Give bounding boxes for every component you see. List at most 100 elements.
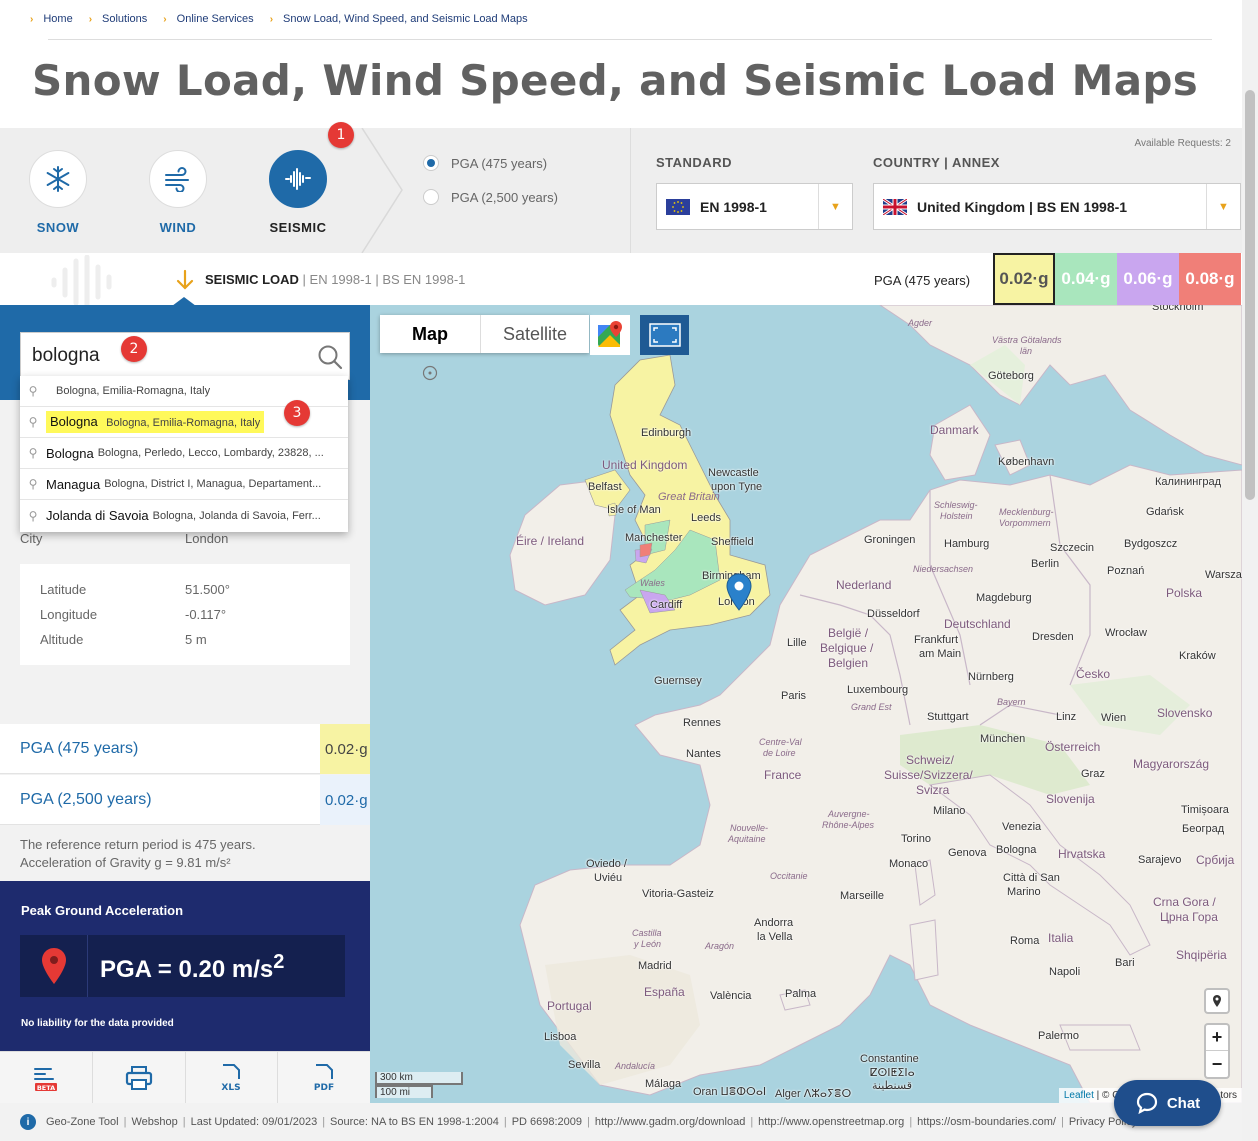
suggestion-sub: Bologna, Perledo, Lecco, Lombardy, 23828… — [97, 447, 324, 459]
map-label: Centre-Val — [759, 737, 802, 747]
pga-value-text: PGA = 0.20 m/s — [100, 956, 274, 983]
tab-map[interactable]: Map — [380, 315, 481, 353]
breadcrumb-home[interactable]: Home — [43, 13, 72, 25]
map-label: Rhône-Alpes — [822, 820, 875, 830]
geo-zone-beta-button[interactable]: BETA — [0, 1052, 93, 1103]
map-label: Oran ⵡⴻⵀⵔⴰⵏ — [693, 1086, 767, 1098]
chat-label: Chat — [1166, 1094, 1201, 1112]
print-button[interactable] — [93, 1052, 186, 1103]
radio-button[interactable] — [423, 189, 439, 205]
legend-swatch: 0.06·g — [1117, 253, 1179, 305]
map-label: Wien — [1101, 712, 1127, 724]
chevron-down-icon[interactable]: ▼ — [818, 184, 852, 229]
leaflet-link[interactable]: Leaflet — [1064, 1090, 1094, 1101]
print-icon — [125, 1065, 152, 1090]
separator: | — [750, 1116, 754, 1128]
page: › Home › Solutions › Online Services › Snow … — [0, 0, 1258, 1141]
map-label: Occitanie — [770, 871, 808, 881]
zoom-out-button[interactable]: − — [1206, 1051, 1228, 1077]
search-value: bologna — [32, 345, 100, 366]
map-label: Málaga — [645, 1078, 682, 1090]
footer-link-webshop[interactable]: Webshop — [131, 1116, 177, 1128]
map-label: Aquitaine — [728, 834, 766, 844]
status-bar: SEISMIC LOAD | EN 1998-1 | BS EN 1998-1 … — [0, 253, 1242, 306]
map-label: Groningen — [864, 534, 916, 546]
suggestion-main: Bologna — [50, 414, 98, 429]
pdf-icon: PDF — [314, 1063, 334, 1093]
seismic-icon — [285, 168, 311, 190]
suggestion-item[interactable]: ⚲ Bologna Bologna, Perledo, Lecco, Lomba… — [20, 438, 348, 469]
map-label: Castilla — [632, 928, 662, 938]
map-label: Rennes — [683, 717, 721, 729]
map-label: Agder — [908, 318, 933, 328]
suggestion-item[interactable]: ⚲ Managua Bologna, District I, Managua, … — [20, 469, 348, 500]
status-standard: EN 1998-1 — [309, 272, 372, 287]
wind-button[interactable] — [149, 150, 207, 208]
breadcrumb-solutions[interactable]: Solutions — [102, 13, 147, 25]
map-label: Napoli — [1049, 966, 1081, 978]
google-maps-button[interactable] — [590, 315, 630, 355]
snow-label[interactable]: SNOW — [13, 220, 103, 235]
breadcrumb-online-services[interactable]: Online Services — [177, 13, 254, 25]
scrollbar-thumb[interactable] — [1245, 90, 1255, 500]
highlighted-suggestion[interactable]: Bologna Bologna, Emilia-Romagna, Italy — [46, 411, 265, 433]
map-label: Stuttgart — [927, 711, 969, 723]
map-label: Newcastle — [708, 467, 759, 479]
map-label: Linz — [1056, 711, 1077, 723]
map-label: Szczecin — [1050, 542, 1095, 554]
zoom-in-button[interactable]: + — [1206, 1025, 1228, 1051]
map-label: Bydgoszcz — [1124, 538, 1178, 550]
chevron-down-icon[interactable]: ▼ — [1206, 184, 1240, 229]
map-label: Wrocław — [1105, 627, 1147, 639]
suggestion-sub: Bologna, District I, Managua, Departamen… — [104, 478, 322, 490]
info-icon[interactable]: i — [20, 1114, 36, 1130]
snow-button[interactable] — [29, 150, 87, 208]
beta-label: BETA — [37, 1084, 55, 1092]
map-label: Stockholm — [1152, 305, 1204, 313]
map-label: Italia — [1048, 931, 1074, 945]
pdf-export-button[interactable]: PDF — [278, 1052, 370, 1103]
breadcrumb-current[interactable]: Snow Load, Wind Speed, and Seismic Load … — [283, 13, 528, 25]
footer-last-updated: Last Updated: 09/01/2023 — [190, 1116, 318, 1128]
location-pin-icon: ⚲ — [28, 477, 38, 491]
locate-button[interactable] — [1204, 988, 1230, 1014]
chevron-right-icon: › — [163, 13, 167, 25]
search-input[interactable]: bologna — [20, 332, 350, 380]
suggestion-main: Jolanda di Savoia — [46, 508, 149, 523]
map-label: Belgien — [828, 656, 869, 670]
tab-satellite[interactable]: Satellite — [481, 315, 590, 353]
country-annex-select[interactable]: United Kingdom | BS EN 1998-1 ▼ — [873, 183, 1241, 230]
footer-link-gadm[interactable]: http://www.gadm.org/download — [595, 1116, 745, 1128]
scrollbar[interactable] — [1242, 0, 1258, 1141]
map-view[interactable]: Agder Västra Götalands län Göteborg Stoc… — [370, 305, 1242, 1103]
google-maps-icon — [598, 321, 622, 347]
map-label: Sheffield — [711, 536, 754, 548]
map-label: Düsseldorf — [867, 608, 920, 620]
wind-label[interactable]: WIND — [133, 220, 223, 235]
map-label: Калининград — [1155, 476, 1222, 488]
map-label: قسنطينة — [872, 1080, 912, 1092]
seismic-button[interactable] — [269, 150, 327, 208]
radio-label: PGA (2,500 years) — [451, 189, 558, 205]
result-value: 0.02·g — [320, 724, 370, 774]
map-label: Venezia — [1002, 821, 1042, 833]
seismic-label[interactable]: SEISMIC — [253, 220, 343, 235]
map-label: Bari — [1115, 957, 1135, 969]
standard-select[interactable]: EN 1998-1 ▼ — [656, 183, 853, 230]
footer-link-geo-zone[interactable]: Geo-Zone Tool — [46, 1116, 119, 1128]
zoom-control: + − — [1204, 1023, 1230, 1079]
location-pin-icon: ⚲ — [28, 415, 38, 429]
location-marker-icon[interactable] — [726, 573, 752, 611]
suggestion-item[interactable]: ⚲ Jolanda di Savoia Bologna, Jolanda di … — [20, 500, 348, 531]
search-icon[interactable] — [317, 344, 343, 370]
footer-link-osm-boundaries[interactable]: https://osm-boundaries.com/ — [917, 1116, 1056, 1128]
footer-link-osm[interactable]: http://www.openstreetmap.org — [758, 1116, 904, 1128]
fullscreen-button[interactable] — [640, 315, 689, 355]
radio-pga-2500[interactable]: PGA (2,500 years) — [423, 189, 558, 205]
radio-pga-475[interactable]: PGA (475 years) — [423, 155, 547, 171]
chat-button[interactable]: Chat — [1114, 1080, 1221, 1126]
xls-export-button[interactable]: XLS — [186, 1052, 279, 1103]
radio-button-selected[interactable] — [423, 155, 439, 171]
result-row-pga-475: PGA (475 years) 0.02·g — [0, 724, 370, 774]
footer-source: Source: NA to BS EN 1998-1:2004 — [330, 1116, 499, 1128]
